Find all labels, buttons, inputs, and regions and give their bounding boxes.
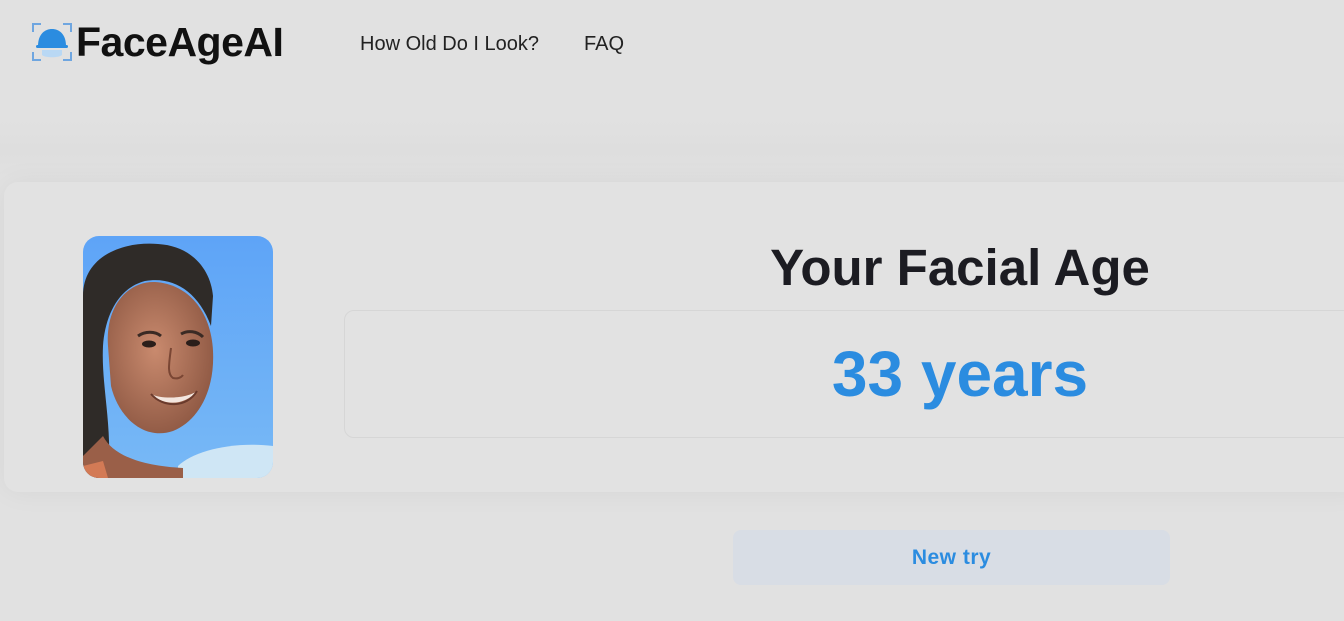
age-value: 33 years [831,338,1089,410]
result-title: Your Facial Age [770,239,1150,296]
site-header: FaceAgeAI How Old Do I Look? FAQ [0,0,1344,88]
new-try-button[interactable]: New try [733,530,1170,585]
face-scan-icon [32,23,72,61]
uploaded-face-photo [83,236,273,478]
nav-how-old-do-i-look[interactable]: How Old Do I Look? [360,32,539,56]
nav-faq[interactable]: FAQ [584,32,624,56]
brand-logo[interactable]: FaceAgeAI [30,19,284,65]
section-divider-band [0,120,1344,180]
main-nav: How Old Do I Look? FAQ [360,32,624,56]
brand-name: FaceAgeAI [76,19,284,65]
